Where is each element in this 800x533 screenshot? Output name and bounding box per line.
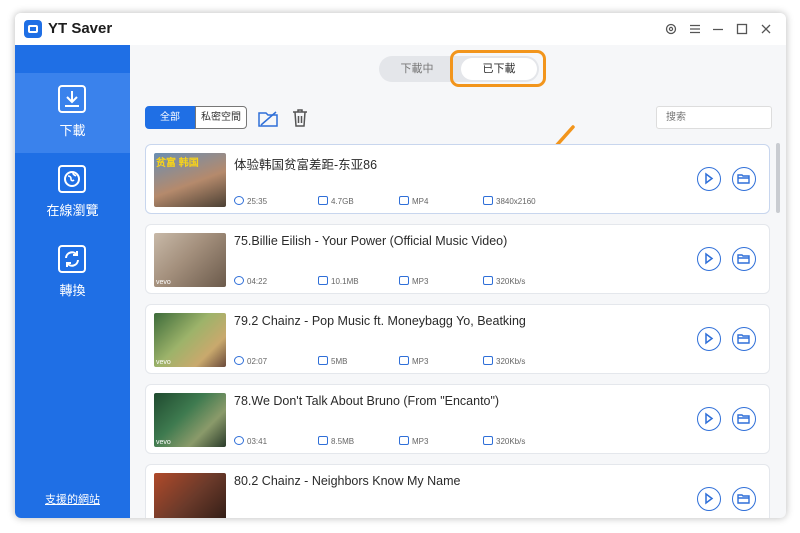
storage-icon: [318, 356, 328, 365]
video-thumbnail: vevo: [154, 393, 226, 447]
video-thumbnail: [154, 473, 226, 518]
open-folder-button[interactable]: [732, 327, 756, 351]
play-button[interactable]: [697, 167, 721, 191]
filter-private-button[interactable]: 私密空間: [195, 106, 247, 129]
sidebar-item-download[interactable]: 下載: [15, 73, 130, 153]
sidebar-item-label: 在線瀏覽: [46, 203, 99, 218]
video-thumbnail: 贫富 韩国: [154, 153, 226, 207]
bitrate-icon: [483, 356, 493, 365]
file-icon: [399, 356, 409, 365]
sidebar-item-online-browse[interactable]: 在線瀏覽: [15, 153, 130, 233]
app-title: YT Saver: [48, 20, 113, 37]
quality: 3840x2160: [483, 196, 536, 206]
play-button[interactable]: [697, 247, 721, 271]
open-folder-button[interactable]: [732, 247, 756, 271]
play-button[interactable]: [697, 487, 721, 511]
duration: 02:07: [234, 356, 267, 366]
globe-icon: [58, 165, 86, 193]
clock-icon: [234, 276, 244, 285]
close-icon[interactable]: [758, 21, 774, 37]
video-title: 80.2 Chainz - Neighbors Know My Name: [234, 474, 461, 488]
menu-icon[interactable]: [687, 21, 703, 37]
download-icon: [58, 85, 86, 113]
settings-icon[interactable]: [663, 21, 679, 37]
sidebar-item-convert[interactable]: 轉換: [15, 233, 130, 313]
file-size: 8.5MB: [318, 436, 354, 446]
video-title: 79.2 Chainz - Pop Music ft. Moneybagg Yo…: [234, 314, 526, 328]
duration: 03:41: [234, 436, 267, 446]
file-icon: [399, 276, 409, 285]
sidebar-item-label: 下載: [59, 123, 86, 138]
video-thumbnail: vevo: [154, 233, 226, 287]
bitrate-icon: [483, 436, 493, 445]
play-button[interactable]: [697, 407, 721, 431]
format: MP4: [399, 196, 428, 206]
minimize-icon[interactable]: [710, 21, 726, 37]
sidebar: 下載 在線瀏覽 轉換 支援的網站: [15, 45, 130, 518]
quality: 320Kb/s: [483, 276, 525, 286]
format: MP3: [399, 356, 428, 366]
trash-icon[interactable]: [289, 107, 311, 129]
video-title: 体验韩国贫富差距-东亚86: [234, 158, 378, 172]
storage-icon: [318, 276, 328, 285]
format: MP3: [399, 436, 428, 446]
quality: 320Kb/s: [483, 356, 525, 366]
clock-icon: [234, 196, 244, 205]
file-icon: [399, 436, 409, 445]
open-folder-button[interactable]: [732, 167, 756, 191]
storage-icon: [318, 436, 328, 445]
tab-downloading[interactable]: 下載中: [379, 56, 455, 82]
list-scrollbar[interactable]: [776, 143, 780, 213]
search-input[interactable]: [656, 106, 772, 129]
open-folder-button[interactable]: [732, 407, 756, 431]
supported-sites-link[interactable]: 支援的網站: [15, 491, 130, 507]
list-item[interactable]: 贫富 韩国 体验韩国贫富差距-东亚86 25:35 4.7GB MP4 3840…: [145, 144, 770, 214]
open-folder-button[interactable]: [732, 487, 756, 511]
duration: 25:35: [234, 196, 267, 206]
clock-icon: [234, 436, 244, 445]
sidebar-item-label: 轉換: [59, 283, 86, 298]
hide-folder-icon[interactable]: [257, 107, 279, 129]
list-item[interactable]: vevo 78.We Don't Talk About Bruno (From …: [145, 384, 770, 454]
duration: 04:22: [234, 276, 267, 286]
quality: 320Kb/s: [483, 436, 525, 446]
highlight-annotation: [450, 50, 546, 87]
list-item[interactable]: 80.2 Chainz - Neighbors Know My Name: [145, 464, 770, 518]
format: MP3: [399, 276, 428, 286]
video-thumbnail: vevo: [154, 313, 226, 367]
convert-icon: [58, 245, 86, 273]
storage-icon: [318, 196, 328, 205]
monitor-icon: [483, 196, 493, 205]
file-size: 4.7GB: [318, 196, 354, 206]
play-button[interactable]: [697, 327, 721, 351]
app-window: YT Saver 下載 在線瀏覽 轉換 支援的網站 下載中 已下載 全部 私密空…: [15, 13, 786, 518]
title-bar: YT Saver: [15, 13, 786, 45]
video-title: 78.We Don't Talk About Bruno (From "Enca…: [234, 394, 500, 408]
filter-all-button[interactable]: 全部: [145, 106, 195, 129]
maximize-icon[interactable]: [734, 21, 750, 37]
file-size: 10.1MB: [318, 276, 359, 286]
list-item[interactable]: vevo 79.2 Chainz - Pop Music ft. Moneyba…: [145, 304, 770, 374]
video-title: 75.Billie Eilish - Your Power (Official …: [234, 234, 508, 248]
file-size: 5MB: [318, 356, 347, 366]
app-logo-icon: [24, 20, 42, 38]
file-icon: [399, 196, 409, 205]
clock-icon: [234, 356, 244, 365]
list-item[interactable]: vevo 75.Billie Eilish - Your Power (Offi…: [145, 224, 770, 294]
bitrate-icon: [483, 276, 493, 285]
